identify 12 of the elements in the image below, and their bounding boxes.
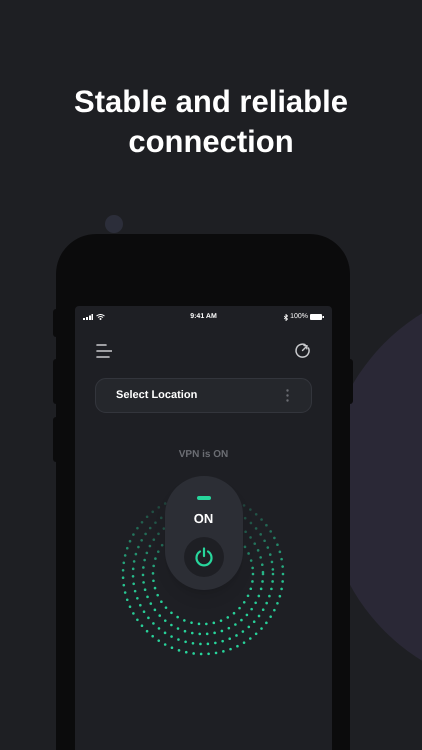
signal-icon bbox=[83, 314, 93, 320]
power-icon bbox=[194, 546, 214, 566]
vpn-status: VPN is ON bbox=[178, 448, 230, 462]
wifi-icon bbox=[96, 314, 105, 320]
more-icon bbox=[286, 389, 289, 402]
refresh-icon[interactable] bbox=[294, 342, 311, 359]
vpn-toggle[interactable]: ON bbox=[164, 476, 242, 590]
headline: Stable and reliable connection bbox=[73, 83, 349, 161]
bluetooth-icon bbox=[284, 314, 288, 320]
menu-icon[interactable] bbox=[96, 344, 112, 358]
battery-icon bbox=[310, 314, 324, 320]
select-location-button[interactable]: Select Location bbox=[95, 378, 312, 413]
